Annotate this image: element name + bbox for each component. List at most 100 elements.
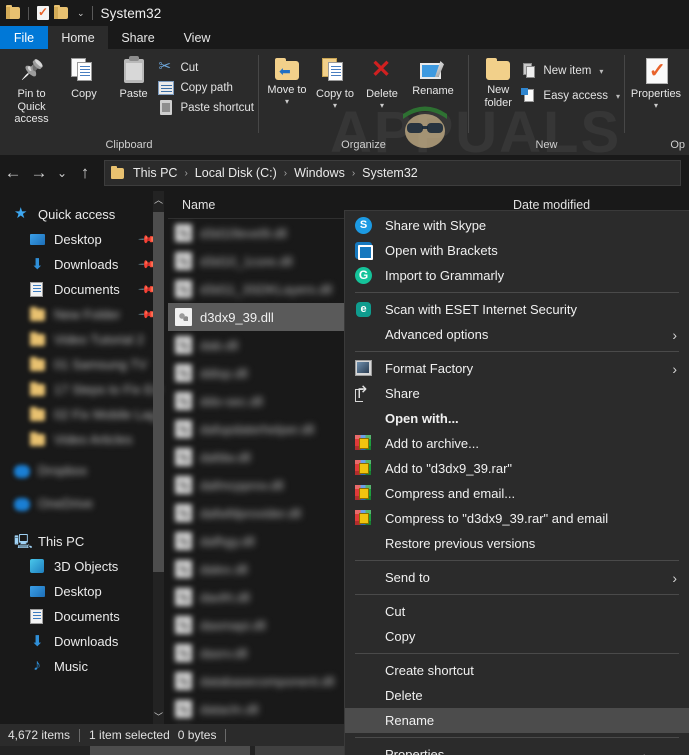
copy-button[interactable]: Copy [59,54,109,101]
file-explorer-window: ⌄ System32 File Home Share View Pin to Q… [0,0,689,755]
paste-button[interactable]: Paste [109,54,159,101]
menu-item-send-to[interactable]: Send to › [345,565,689,590]
sidebar-item-17-steps[interactable]: 17 Steps to Fix Err [0,377,168,402]
forward-button[interactable]: → [26,160,52,186]
menu-item-advanced-options[interactable]: Advanced options › [345,322,689,347]
menu-item-delete[interactable]: Delete [345,683,689,708]
menu-item-restore-previous-versions[interactable]: Restore previous versions [345,531,689,556]
menu-item-open-with[interactable]: Open with... [345,406,689,431]
cut-button[interactable]: Cut [158,60,254,76]
move-to-button[interactable]: ⬅ Move to ▾ [263,54,311,106]
scrollbar-thumb[interactable] [153,212,164,572]
sidebar-item-downloads-2[interactable]: Downloads [0,629,168,654]
chevron-down-icon[interactable]: ▾ [599,67,603,76]
menu-item-create-shortcut[interactable]: Create shortcut [345,658,689,683]
menu-item-cut[interactable]: Cut [345,599,689,624]
chevron-down-icon[interactable]: ⌄ [77,8,85,19]
chevron-down-icon[interactable]: ▾ [616,92,620,101]
tab-home[interactable]: Home [48,26,108,49]
folder-icon[interactable] [6,7,20,19]
menu-item-copy[interactable]: Copy [345,624,689,649]
chevron-down-icon[interactable]: ▾ [285,97,289,106]
folder-icon [30,307,46,323]
menu-item-add-to-archive[interactable]: Add to archive... [345,431,689,456]
sidebar-item-label: Documents [54,282,120,297]
properties-button[interactable]: Properties ▾ [629,54,683,110]
share-icon [355,385,373,403]
copy-path-label: Copy path [180,82,232,94]
quick-access-toolbar[interactable]: ⌄ [6,6,85,20]
copy-to-button[interactable]: Copy to ▾ [311,54,359,110]
sidebar-item-documents-2[interactable]: Documents [0,604,168,629]
folder-icon [111,168,124,179]
winrar-icon [355,460,373,478]
scrollbar-thumb[interactable] [90,746,250,755]
scroll-down-icon[interactable]: ﹀ [153,708,164,724]
sidebar-item-desktop-2[interactable]: Desktop [0,579,168,604]
file-name: ddo-sec.dll [200,394,263,409]
tab-file[interactable]: File [0,26,48,49]
menu-item-compress-to-rar-and-email[interactable]: Compress to "d3dx9_39.rar" and email [345,506,689,531]
properties-icon[interactable] [37,6,49,20]
sidebar-item-new-folder[interactable]: New Folder 📌 [0,302,168,327]
menu-item-import-to-grammarly[interactable]: Import to Grammarly [345,263,689,288]
new-folder-button[interactable]: New folder [481,54,515,109]
sidebar-item-documents[interactable]: Documents 📌 [0,277,168,302]
folder-icon [30,432,46,448]
file-name: daofrt.dll [200,590,250,605]
sidebar-item-onedrive[interactable]: OneDrive [0,491,168,516]
menu-item-add-to-rar[interactable]: Add to "d3dx9_39.rar" [345,456,689,481]
paste-shortcut-button[interactable]: Paste shortcut [158,100,254,115]
sidebar-item-quick-access[interactable]: Quick access [0,202,168,227]
rename-button[interactable]: Rename [405,54,461,98]
menu-item-label: Compress to "d3dx9_39.rar" and email [385,511,608,526]
breadcrumb[interactable]: This PC › Local Disk (C:) › Windows › Sy… [104,160,681,186]
sidebar-item-this-pc[interactable]: This PC [0,529,168,554]
breadcrumb-windows[interactable]: Windows [291,166,348,180]
new-item-button[interactable]: New item ▾ [521,63,620,79]
new-folder-icon[interactable] [54,7,68,19]
easy-access-button[interactable]: Easy access ▾ [521,88,620,104]
back-button[interactable]: ← [0,160,26,186]
sidebar-item-downloads[interactable]: Downloads 📌 [0,252,168,277]
sidebar-item-02-fix-mobile-lag[interactable]: 02 Fix Mobile Lag [0,402,168,427]
recent-locations-button[interactable]: ⌄ [52,160,72,186]
breadcrumb-local-disk[interactable]: Local Disk (C:) [192,166,280,180]
new-item-icon [521,63,537,79]
menu-item-share[interactable]: Share [345,381,689,406]
sidebar-item-video-tutorial-2[interactable]: Video Tutorial 2 [0,327,168,352]
menu-item-compress-and-email[interactable]: Compress and email... [345,481,689,506]
sidebar-item-3d-objects[interactable]: 3D Objects [0,554,168,579]
menu-item-rename[interactable]: Rename [345,708,689,733]
menu-separator [355,594,679,595]
breadcrumb-this-pc[interactable]: This PC [130,166,180,180]
column-header-name[interactable]: Name [182,198,215,212]
chevron-down-icon[interactable]: ▾ [380,101,384,110]
sidebar-scrollbar[interactable]: ︿ ﹀ [153,191,164,724]
chevron-down-icon[interactable]: ▾ [654,101,658,110]
menu-item-scan-with-eset[interactable]: Scan with ESET Internet Security [345,297,689,322]
tab-share[interactable]: Share [108,26,168,49]
up-button[interactable]: ↑ [72,160,98,186]
chevron-down-icon[interactable]: ▾ [333,101,337,110]
cube-icon [30,559,46,575]
menu-item-label: Send to [385,570,430,585]
menu-item-share-with-skype[interactable]: Share with Skype [345,213,689,238]
pin-to-quick-access-button[interactable]: Pin to Quick access [4,54,59,126]
paste-icon [124,59,144,83]
chevron-right-icon: › [350,168,357,179]
file-name: datacln.dll [200,702,259,717]
sidebar-item-dropbox[interactable]: Dropbox [0,458,168,483]
delete-button[interactable]: Delete ▾ [359,54,405,110]
sidebar-item-01-samsung-tv[interactable]: 01 Samsung TV [0,352,168,377]
menu-item-open-with-brackets[interactable]: Open with Brackets [345,238,689,263]
tab-view[interactable]: View [168,26,226,49]
sidebar-item-video-articles[interactable]: Video Articles [0,427,168,452]
scroll-up-icon[interactable]: ︿ [153,191,164,207]
sidebar-item-music[interactable]: Music [0,654,168,679]
breadcrumb-system32[interactable]: System32 [359,166,421,180]
copy-path-button[interactable]: Copy path [158,81,254,95]
sidebar-item-desktop[interactable]: Desktop 📌 [0,227,168,252]
rename-label: Rename [412,85,454,98]
menu-item-format-factory[interactable]: Format Factory › [345,356,689,381]
